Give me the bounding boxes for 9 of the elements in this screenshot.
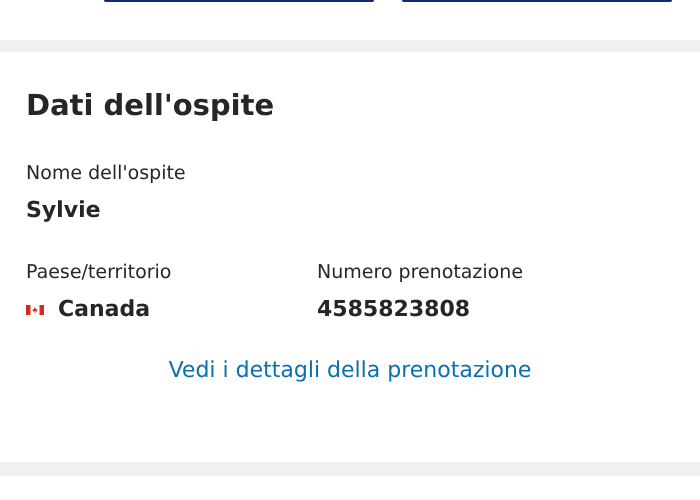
field-label: Numero prenotazione xyxy=(317,261,524,283)
booking-details-link[interactable]: Vedi i dettagli della prenotazione xyxy=(168,358,532,383)
field-label: Paese/territorio xyxy=(26,261,172,283)
card-title: Dati dell'ospite xyxy=(26,88,274,122)
field-value: Sylvie xyxy=(26,198,101,223)
field-value: 4585823808 xyxy=(317,297,470,322)
field-value: Canada xyxy=(58,297,150,322)
flag-icon xyxy=(26,304,44,314)
field-label: Nome dell'ospite xyxy=(26,162,186,184)
